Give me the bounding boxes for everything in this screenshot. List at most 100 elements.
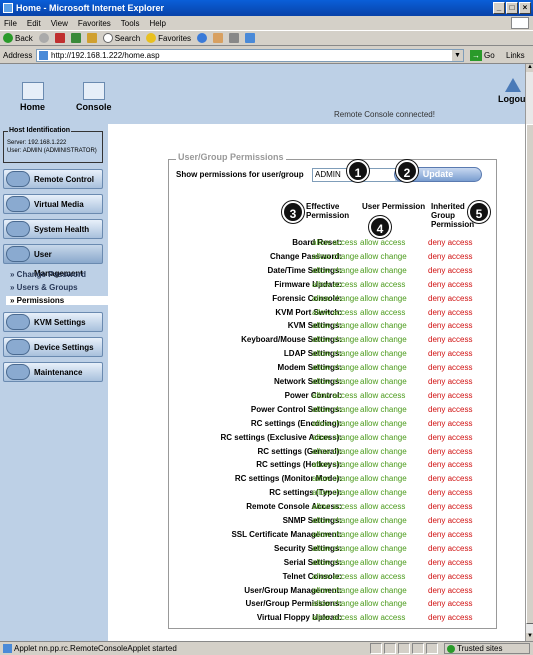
table-row: Remote Console Access: allow access allow …	[168, 502, 497, 514]
monitor-icon	[6, 171, 30, 187]
users-icon	[6, 246, 30, 262]
sidebar-subitem-users-groups[interactable]: » Users & Groups	[10, 283, 78, 292]
inherited-permission-value: deny access	[428, 404, 473, 414]
console-nav[interactable]: Console	[76, 82, 112, 112]
home-icon[interactable]	[86, 33, 97, 43]
inherited-permission-value: deny access	[428, 265, 473, 275]
scroll-down-icon[interactable]: ▼	[526, 633, 533, 641]
user-permission-value: allow change	[360, 460, 407, 470]
effective-permission-value: allow change	[312, 529, 359, 539]
subitem-label: Permissions	[16, 296, 65, 305]
inherited-permission-value: deny access	[428, 293, 473, 303]
menu-favorites[interactable]: Favorites	[78, 19, 111, 28]
sidebar-item-kvm-settings[interactable]: KVM Settings	[3, 312, 103, 332]
user-permission-value: allow change	[360, 293, 407, 303]
status-cell	[370, 643, 382, 654]
effective-permission-value: allow change	[312, 557, 359, 567]
user-permission-value: allow change	[360, 585, 407, 595]
table-row: Forensic Console: allow change allow chang…	[168, 294, 497, 306]
mail-icon[interactable]	[213, 33, 224, 43]
back-label: Back	[15, 33, 33, 43]
close-button[interactable]: ×	[519, 2, 531, 14]
refresh-icon[interactable]	[70, 33, 81, 43]
favorites-label: Favorites	[158, 33, 192, 43]
menu-edit[interactable]: Edit	[27, 19, 41, 28]
inherited-permission-value: deny access	[428, 279, 473, 289]
status-cell	[384, 643, 396, 654]
table-row: Modem Settings: allow change allow change d…	[168, 363, 497, 375]
table-row: RC settings (Monitor Mode): allow change a…	[168, 474, 497, 486]
effective-permission-value: allow change	[312, 599, 359, 609]
logout-button[interactable]: Logout	[498, 78, 525, 104]
status-text: Applet nn.pp.rc.RemoteConsoleApplet star…	[14, 644, 177, 653]
table-row: LDAP Settings: allow change allow change de…	[168, 349, 497, 361]
remote-console-status: Remote Console connected!	[334, 110, 435, 119]
inherited-permission-value: deny access	[428, 446, 473, 456]
user-permission-value: allow change	[360, 543, 407, 553]
effective-permission-value: allow change	[312, 585, 359, 595]
user-permission-value: allow change	[360, 363, 407, 373]
menu-view[interactable]: View	[51, 19, 68, 28]
sidebar-label: Device Settings	[34, 343, 94, 352]
col-inherited-permission: Inherited Group Permission	[431, 202, 475, 229]
inherited-permission-value: deny access	[428, 307, 473, 317]
menu-file[interactable]: File	[4, 19, 17, 28]
inherited-permission-value: deny access	[428, 432, 473, 442]
table-row: Serial Settings: allow change allow change…	[168, 558, 497, 570]
links-button[interactable]: Links	[506, 51, 525, 60]
table-row: Telnet Console: allow access allow access d…	[168, 572, 497, 584]
user-permission-value: allow access	[360, 238, 406, 247]
address-dropdown-icon[interactable]: ▼	[452, 50, 463, 61]
window-titlebar: Home - Microsoft Internet Explorer _ □ ×	[0, 0, 533, 16]
home-label: Home	[20, 102, 46, 112]
sidebar-subitem-change-password[interactable]: » Change Password	[10, 270, 86, 279]
status-cells	[370, 643, 438, 654]
user-permission-value: allow change	[360, 599, 407, 609]
edit-icon[interactable]	[245, 33, 256, 43]
scroll-up-icon[interactable]: ▲	[526, 64, 533, 72]
home-nav[interactable]: Home	[20, 82, 45, 112]
back-button[interactable]: Back	[3, 33, 33, 43]
sidebar-item-user-management[interactable]: User Management	[3, 244, 103, 278]
go-label: Go	[484, 51, 495, 60]
address-label: Address	[3, 50, 33, 60]
favorites-button[interactable]: Favorites	[146, 33, 191, 43]
menu-tools[interactable]: Tools	[121, 19, 140, 28]
subitem-label: Users & Groups	[16, 283, 78, 292]
minimize-button[interactable]: _	[493, 2, 505, 14]
menu-help[interactable]: Help	[149, 19, 165, 28]
table-row: User/Group Permissions: allow change allow…	[168, 599, 497, 611]
host-id-title: Host Identification	[8, 127, 72, 135]
sidebar-item-device-settings[interactable]: Device Settings	[3, 337, 103, 357]
user-permission-value: allow change	[360, 474, 407, 484]
print-icon[interactable]	[229, 33, 240, 43]
home-nav-icon	[21, 82, 44, 100]
stop-icon[interactable]	[54, 33, 65, 43]
user-permission-value: allow change	[360, 418, 407, 428]
sidebar-item-remote-control[interactable]: Remote Control	[3, 169, 103, 189]
inherited-permission-value: deny access	[428, 377, 473, 386]
table-row: RC settings (General): allow change allow …	[168, 447, 497, 459]
sidebar-subitem-permissions[interactable]: » Permissions	[6, 296, 108, 305]
effective-permission-value: allow change	[312, 265, 359, 275]
forward-icon[interactable]	[38, 33, 49, 43]
inherited-permission-value: deny access	[428, 488, 473, 498]
media-icon[interactable]	[197, 33, 208, 43]
inherited-permission-value: deny access	[428, 251, 473, 261]
vertical-scrollbar[interactable]: ▲ ▼	[525, 64, 533, 641]
maximize-button[interactable]: □	[506, 2, 518, 14]
sidebar-item-virtual-media[interactable]: Virtual Media	[3, 194, 103, 214]
table-row: Security Settings: allow change allow chan…	[168, 544, 497, 556]
address-input[interactable]: http://192.168.1.222/home.asp ▼	[36, 49, 464, 62]
disc-icon	[6, 196, 30, 212]
user-permission-value: allow change	[360, 557, 407, 567]
go-button[interactable]: → Go	[470, 50, 495, 61]
sidebar-item-system-health[interactable]: System Health	[3, 219, 103, 239]
scroll-thumb[interactable]	[526, 124, 533, 624]
zone-label: Trusted sites	[457, 644, 503, 653]
table-row: Keyboard/Mouse Settings: allow change allo…	[168, 335, 497, 347]
sidebar-item-maintenance[interactable]: Maintenance	[3, 362, 103, 382]
user-permission-value: allow access	[360, 307, 406, 317]
effective-permission-value: allow change	[312, 460, 359, 470]
search-button[interactable]: Search	[102, 33, 140, 43]
